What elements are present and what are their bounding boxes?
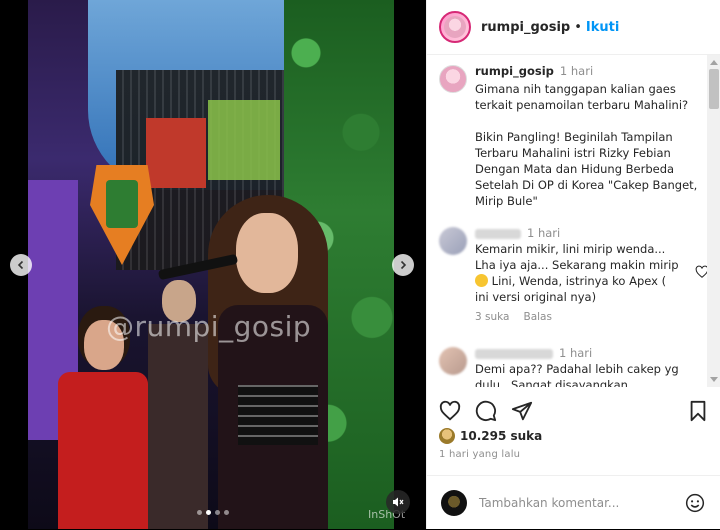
- comment-text-line: dulu . Sangat disayangkan: [475, 378, 628, 387]
- comment-text-line: Lha iya aja... Sekarang makin mirip: [475, 258, 679, 272]
- person-woman-red: [58, 320, 148, 529]
- carousel-dot: [215, 510, 220, 515]
- follow-button[interactable]: Ikuti: [586, 20, 619, 35]
- person-body: [58, 372, 148, 529]
- avatar[interactable]: [439, 11, 471, 43]
- header-username[interactable]: rumpi_gosip: [481, 20, 570, 35]
- comment-item: 1 hari Demi apa?? Padahal lebih cakep yg…: [439, 345, 705, 387]
- comment-likes[interactable]: 3 suka: [475, 311, 509, 323]
- person-singer: [198, 195, 348, 529]
- comment-icon[interactable]: [475, 400, 497, 422]
- emoji-icon[interactable]: [685, 493, 705, 513]
- caption-time: 1 hari: [559, 64, 594, 78]
- comment-time: 1 hari: [527, 226, 561, 240]
- carousel-next-button[interactable]: [392, 254, 414, 276]
- video-frame: @rumpi_gosip: [28, 0, 394, 529]
- post-sidebar: rumpi_gosip • Ikuti rumpi_gosip 1 hari Gi…: [426, 0, 720, 529]
- avatar: [439, 428, 455, 444]
- action-bar: [427, 394, 720, 430]
- caption-text: Gimana nih tanggapan kalian gaes terkait…: [475, 82, 698, 208]
- sad-emoji-icon: [475, 274, 488, 287]
- comment-text-line: Demi apa?? Padahal lebih cakep yg: [475, 362, 679, 376]
- send-icon[interactable]: [511, 400, 533, 422]
- carousel-dot: [224, 510, 229, 515]
- comment-item: 1 hari Kemarin mikir, lini mirip wenda..…: [439, 225, 709, 325]
- comment-username[interactable]: [475, 228, 521, 239]
- avatar: [441, 490, 467, 516]
- header-separator: •: [574, 19, 582, 35]
- mute-button[interactable]: [386, 490, 410, 514]
- scroll-down-arrow-icon[interactable]: [710, 377, 718, 382]
- avatar[interactable]: [439, 347, 467, 375]
- trophy-icon: [106, 180, 138, 228]
- avatar[interactable]: [439, 227, 467, 255]
- comment-username[interactable]: [475, 348, 553, 359]
- stage-panel: [146, 118, 206, 188]
- scroll-thumb[interactable]: [709, 69, 719, 109]
- post-media[interactable]: @rumpi_gosip InShOt: [0, 0, 426, 529]
- bookmark-icon[interactable]: [687, 400, 709, 422]
- singer-corset: [238, 385, 318, 445]
- comments-section[interactable]: rumpi_gosip 1 hari Gimana nih tanggapan k…: [427, 55, 720, 387]
- stage-panel: [208, 100, 280, 180]
- scroll-up-arrow-icon[interactable]: [710, 60, 718, 65]
- post-header: rumpi_gosip • Ikuti: [427, 0, 720, 55]
- post-date[interactable]: 1 hari yang lalu: [439, 449, 520, 460]
- speaker-muted-icon: [393, 497, 404, 507]
- chevron-left-icon: [17, 260, 24, 270]
- avatar[interactable]: [439, 65, 467, 93]
- comment-composer: Tambahkan komentar...: [427, 475, 720, 530]
- comment-text-line: Kemarin mikir, lini mirip wenda...: [475, 242, 666, 256]
- likes-count[interactable]: 10.295 suka: [439, 428, 542, 444]
- carousel-dot: [197, 510, 202, 515]
- carousel-dot-active: [206, 510, 211, 515]
- post-caption: rumpi_gosip 1 hari Gimana nih tanggapan k…: [439, 63, 705, 209]
- carousel-indicator: [197, 510, 229, 515]
- watermark: @rumpi_gosip: [106, 310, 312, 343]
- comment-input[interactable]: Tambahkan komentar...: [479, 496, 685, 510]
- reply-button[interactable]: Balas: [523, 311, 551, 323]
- comment-text-line: ini versi original nya): [475, 290, 597, 304]
- heart-icon[interactable]: [439, 400, 461, 422]
- comment-text-line: Lini, Wenda, istrinya ko Apex (: [475, 273, 705, 289]
- chevron-right-icon: [400, 260, 407, 270]
- scrollbar[interactable]: [707, 55, 720, 387]
- singer-face: [236, 213, 298, 293]
- carousel-prev-button[interactable]: [10, 254, 32, 276]
- caption-username[interactable]: rumpi_gosip: [475, 64, 554, 78]
- comment-time: 1 hari: [559, 346, 593, 360]
